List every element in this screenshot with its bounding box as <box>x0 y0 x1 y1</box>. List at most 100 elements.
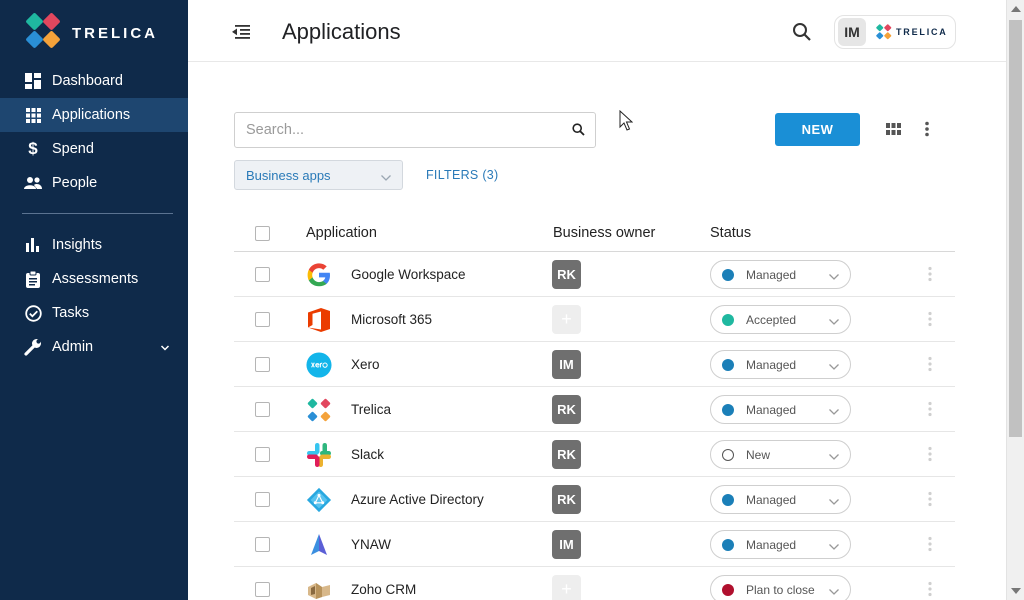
status-dot <box>722 448 734 461</box>
app-name[interactable]: Xero <box>351 357 380 372</box>
sidebar-item-label: Applications <box>52 107 131 123</box>
menu-collapse-icon[interactable] <box>232 24 252 40</box>
zoho-crm-icon <box>306 577 332 600</box>
select-all-checkbox[interactable] <box>255 226 270 241</box>
sidebar-item-admin[interactable]: Admin <box>0 330 188 364</box>
chevron-down-icon <box>828 405 840 419</box>
table-row[interactable]: Xero IM Managed <box>234 342 955 387</box>
status-label: Plan to close <box>746 582 815 597</box>
status-select[interactable]: New <box>710 440 851 469</box>
brand-logo[interactable]: TRELICA <box>24 12 158 52</box>
row-checkbox[interactable] <box>255 537 270 552</box>
scroll-up-arrow-icon[interactable] <box>1011 6 1021 12</box>
sidebar-item-dashboard[interactable]: Dashboard <box>0 64 188 98</box>
sidebar: TRELICA Dashboard Applications $ Spend P… <box>0 0 188 600</box>
user-menu[interactable]: IM TRELICA <box>834 15 956 49</box>
chevron-down-icon[interactable] <box>160 340 170 356</box>
app-name[interactable]: Slack <box>351 447 384 462</box>
app-name[interactable]: Microsoft 365 <box>351 312 432 327</box>
status-label: Managed <box>746 537 797 552</box>
row-checkbox[interactable] <box>255 267 270 282</box>
trelica-icon <box>306 397 332 423</box>
sidebar-nav: Dashboard Applications $ Spend People In… <box>0 64 188 364</box>
business-apps-select[interactable]: Business apps <box>234 160 403 190</box>
status-select[interactable]: Plan to close <box>710 575 851 600</box>
user-avatar[interactable]: IM <box>838 18 866 46</box>
table-header: Application Business owner Status <box>234 214 955 252</box>
search-icon[interactable] <box>572 123 585 141</box>
search-icon[interactable] <box>792 22 812 42</box>
row-checkbox[interactable] <box>255 582 270 597</box>
row-more-icon[interactable] <box>927 581 933 600</box>
row-checkbox[interactable] <box>255 402 270 417</box>
column-header-owner[interactable]: Business owner <box>553 225 655 241</box>
app-name[interactable]: Trelica <box>351 402 391 417</box>
new-button[interactable]: NEW <box>775 113 860 146</box>
add-owner-button[interactable]: + <box>552 575 581 600</box>
table-row[interactable]: Azure Active Directory RK Managed <box>234 477 955 522</box>
table-row[interactable]: Microsoft 365 + Accepted <box>234 297 955 342</box>
app-name[interactable]: Zoho CRM <box>351 582 416 597</box>
owner-avatar[interactable]: RK <box>552 440 581 469</box>
table-row[interactable]: Slack RK New <box>234 432 955 477</box>
filters-button[interactable]: FILTERS (3) <box>426 168 499 182</box>
row-checkbox[interactable] <box>255 447 270 462</box>
brand-name: TRELICA <box>72 24 158 42</box>
sidebar-item-tasks[interactable]: Tasks <box>0 296 188 330</box>
sidebar-item-assessments[interactable]: Assessments <box>0 262 188 296</box>
app-name[interactable]: Azure Active Directory <box>351 492 484 507</box>
sidebar-item-label: Dashboard <box>52 73 123 89</box>
status-label: Managed <box>746 402 797 417</box>
column-header-status[interactable]: Status <box>710 225 751 241</box>
row-more-icon[interactable] <box>927 536 933 557</box>
org-logo: TRELICA <box>876 24 948 40</box>
row-more-icon[interactable] <box>927 446 933 467</box>
table-row[interactable]: Zoho CRM + Plan to close <box>234 567 955 600</box>
status-select[interactable]: Accepted <box>710 305 851 334</box>
chevron-down-icon <box>828 270 840 284</box>
sidebar-item-label: Insights <box>52 237 102 253</box>
table-row[interactable]: Google Workspace RK Managed <box>234 252 955 297</box>
search-input[interactable] <box>235 113 555 147</box>
row-more-icon[interactable] <box>927 491 933 512</box>
status-select[interactable]: Managed <box>710 350 851 379</box>
scroll-down-arrow-icon[interactable] <box>1011 588 1021 594</box>
owner-avatar[interactable]: IM <box>552 530 581 559</box>
chevron-down-icon <box>828 495 840 509</box>
status-select[interactable]: Managed <box>710 395 851 424</box>
trelica-small-logo-icon <box>876 24 892 40</box>
owner-avatar[interactable]: RK <box>552 260 581 289</box>
add-owner-button[interactable]: + <box>552 305 581 334</box>
status-select[interactable]: Managed <box>710 530 851 559</box>
row-checkbox[interactable] <box>255 312 270 327</box>
status-select[interactable]: Managed <box>710 260 851 289</box>
chevron-down-icon <box>828 360 840 374</box>
sidebar-item-people[interactable]: People <box>0 166 188 200</box>
row-more-icon[interactable] <box>927 266 933 287</box>
sidebar-item-spend[interactable]: $ Spend <box>0 132 188 166</box>
search-field[interactable] <box>234 112 596 148</box>
app-name[interactable]: YNAW <box>351 537 391 552</box>
owner-avatar[interactable]: RK <box>552 395 581 424</box>
owner-avatar[interactable]: RK <box>552 485 581 514</box>
sidebar-item-label: Assessments <box>52 271 139 287</box>
status-select[interactable]: Managed <box>710 485 851 514</box>
row-checkbox[interactable] <box>255 492 270 507</box>
grid-view-icon[interactable] <box>886 122 901 140</box>
sidebar-item-insights[interactable]: Insights <box>0 228 188 262</box>
row-more-icon[interactable] <box>927 356 933 377</box>
page-scrollbar[interactable] <box>1006 0 1024 600</box>
scrollbar-thumb[interactable] <box>1009 20 1022 437</box>
table-row[interactable]: YNAW IM Managed <box>234 522 955 567</box>
row-checkbox[interactable] <box>255 357 270 372</box>
table-row[interactable]: Trelica RK Managed <box>234 387 955 432</box>
sidebar-item-applications[interactable]: Applications <box>0 98 188 132</box>
column-header-application[interactable]: Application <box>306 225 377 241</box>
row-more-icon[interactable] <box>927 401 933 422</box>
app-name[interactable]: Google Workspace <box>351 267 466 282</box>
status-label: Managed <box>746 357 797 372</box>
row-more-icon[interactable] <box>927 311 933 332</box>
owner-avatar[interactable]: IM <box>552 350 581 379</box>
azure-ad-icon <box>306 487 332 513</box>
more-options-icon[interactable] <box>924 121 930 142</box>
